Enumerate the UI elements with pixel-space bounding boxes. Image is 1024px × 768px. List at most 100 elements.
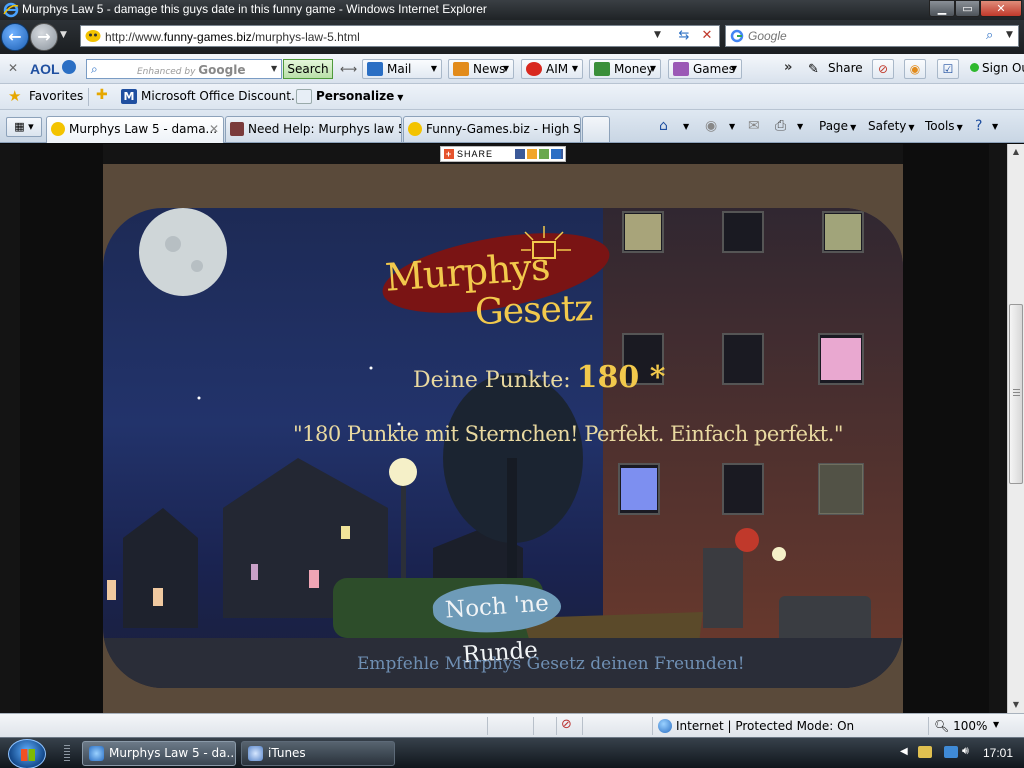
aim-icon [526,62,542,76]
tab-high-scores[interactable]: Funny-Games.biz - High S... [403,116,581,142]
taskbar: Murphys Law 5 - da... iTunes ◀ 🔊︎ 17:01 [0,737,1024,768]
search-icon[interactable]: ⌕ [986,28,993,43]
page-icon [296,89,312,104]
search-options-dropdown[interactable]: ▼ [1006,30,1013,40]
search-dropdown-icon[interactable]: ▼ [271,64,277,73]
money-button[interactable]: Money ▼ [589,59,661,79]
checkbox-icon[interactable]: ☑ [937,59,959,79]
chevron-down-icon[interactable]: ▼ [992,122,998,131]
search-box[interactable]: ⌕ ▼ [725,25,1019,47]
security-zone[interactable]: Internet | Protected Mode: On [658,719,854,733]
quick-tabs-button[interactable]: ▦ ▾ [6,117,42,137]
stop-icon[interactable]: ✕ [697,28,717,44]
aol-search-field[interactable]: ⌕ Enhanced by Google ▼ [86,59,282,79]
read-mail-icon[interactable]: ✉ [748,118,760,134]
close-button[interactable]: ✕ [980,0,1022,17]
scroll-up-icon[interactable]: ▲ [1008,144,1024,160]
print-icon[interactable]: ⎙ [775,118,786,134]
chevron-down-icon[interactable]: ▼ [797,122,803,131]
popup-blocked-icon[interactable]: ⊘ [561,717,572,732]
title-bar: Murphys Law 5 - damage this guys date in… [0,0,1024,20]
favorites-divider [88,88,89,106]
tray-expand-icon[interactable]: ◀ [900,746,914,758]
tools-menu[interactable]: Tools ▼ [925,119,963,133]
minimize-button[interactable]: ▁ [929,0,955,17]
page-menu[interactable]: Page ▼ [819,119,856,133]
game-frame[interactable]: Murphys Gesetz Deine Punkte: 180 * "180 P… [103,164,903,713]
share-button[interactable]: ✎ Share [806,59,863,77]
tab-murphys-law[interactable]: Murphys Law 5 - dama... ✕ [46,116,224,143]
aol-logo[interactable]: AOL [30,59,76,77]
tab-need-help[interactable]: Need Help: Murphys law 5... [225,116,402,142]
globe-icon [658,719,672,733]
score-value: 180 * [576,360,666,395]
personalize-link[interactable]: Personalize ▼ [296,89,404,104]
chevron-down-icon[interactable]: ▼ [683,122,689,131]
address-row: ← → ▼ http://www.funny-games.biz/murphys… [0,20,1024,54]
search-input[interactable] [748,28,978,44]
windows-logo-icon [21,749,35,761]
mail-button[interactable]: Mail ▼ [362,59,442,79]
home-icon[interactable]: ⌂ [659,118,668,134]
vertical-scrollbar[interactable]: ▲ ▼ [1007,144,1024,713]
address-dropdown-icon[interactable]: ▼ [654,30,661,40]
tray-app-icon[interactable] [918,746,932,758]
zoom-level[interactable]: 🔍︎ 100% [934,719,987,733]
address-bar[interactable]: http://www.funny-games.biz/murphys-law-5… [80,25,720,47]
close-tab-icon[interactable]: ✕ [209,117,219,141]
rss-icon[interactable]: ◉ [904,59,926,79]
clock[interactable]: 17:01 [983,746,1013,760]
addthis-share-button[interactable]: + SHARE [440,146,566,162]
toolbar-resize-icon[interactable]: ⟷ [340,62,357,76]
site-favicon-icon [51,122,65,136]
news-icon [453,62,469,76]
sign-out-link[interactable]: Sign Out [970,61,1024,75]
forward-button[interactable]: → [30,23,58,51]
network-icon[interactable] [944,746,958,758]
zoom-dropdown-icon[interactable]: ▼ [993,720,999,729]
favorite-link-office[interactable]: M Microsoft Office Discount... [121,89,302,104]
recommend-link[interactable]: Empfehle Murphys Gesetz deinen Freunden! [357,654,745,674]
aim-button[interactable]: AIM ▼ [521,59,583,79]
games-icon [673,62,689,76]
safety-menu[interactable]: Safety ▼ [868,119,915,133]
chevron-down-icon: ▼ [730,64,737,73]
help-icon[interactable]: ? [975,118,982,134]
close-toolbar-icon[interactable]: ✕ [8,61,18,75]
site-favicon-icon [85,30,101,42]
aol-eye-icon [61,60,76,74]
back-button[interactable]: ← [1,23,29,51]
favorites-button[interactable]: Favorites [29,89,83,103]
forum-favicon-icon [230,122,244,136]
address-url[interactable]: http://www.funny-games.biz/murphys-law-5… [105,30,360,44]
status-divider [533,717,534,735]
taskbar-grip[interactable] [64,745,70,763]
feeds-icon[interactable]: ◉ [705,118,717,134]
maximize-button[interactable]: ▭ [955,0,980,17]
block-icon[interactable]: ⊘ [872,59,894,79]
tab-bar: ▦ ▾ Murphys Law 5 - dama... ✕ Need Help:… [0,110,1024,143]
chevron-down-icon[interactable]: ▼ [729,122,735,131]
taskbar-button-ie[interactable]: Murphys Law 5 - da... [82,741,236,766]
back-arrow-icon: ← [8,27,22,46]
scroll-down-icon[interactable]: ▼ [1008,697,1024,713]
itunes-icon [248,746,263,761]
score-label: Deine Punkte: [413,368,571,393]
recent-pages-dropdown[interactable]: ▼ [60,30,67,40]
page-content: + SHARE Murphys Gesetz Deine Punkte: 180… [0,144,1007,713]
new-tab-button[interactable] [582,116,610,142]
favorites-star-icon[interactable]: ★ [8,87,21,105]
taskbar-button-itunes[interactable]: iTunes [241,741,395,766]
chevron-down-icon: ▼ [397,93,404,102]
logo-word-gesetz: Gesetz [474,287,593,334]
games-button[interactable]: Games ▼ [668,59,742,79]
news-button[interactable]: News ▼ [448,59,514,79]
refresh-icon[interactable]: ⇆ [674,28,694,44]
scroll-thumb[interactable] [1009,304,1023,484]
aol-search-button[interactable]: Search [283,59,333,79]
volume-icon[interactable]: 🔊︎ [962,744,976,757]
moon-icon [139,208,227,296]
add-favorite-icon[interactable]: ✚ [96,87,108,103]
start-button[interactable] [8,739,46,768]
more-tools-icon[interactable]: » [784,60,792,75]
